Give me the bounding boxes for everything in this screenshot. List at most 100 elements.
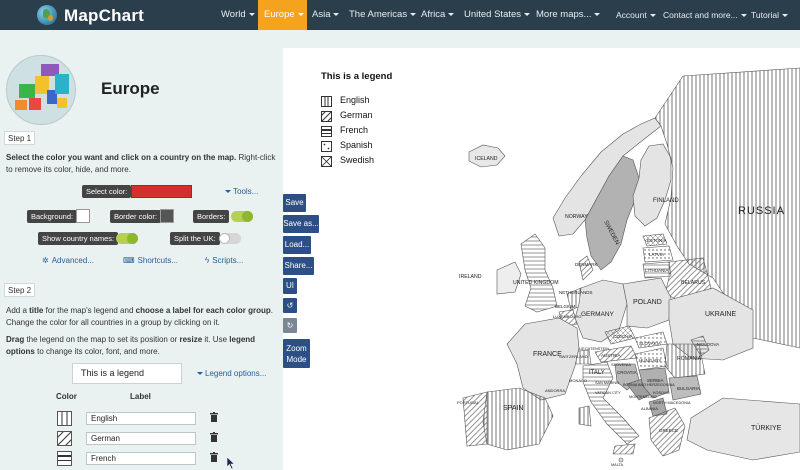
undo-icon: ↺ [286,301,294,310]
nav-more-maps[interactable]: More maps... [536,0,601,30]
map-label: HUNGARY [639,358,661,363]
map-label: BOSNIA AND HERZEGOVINA [623,383,675,387]
map-label: SPAIN [503,405,524,412]
ui-button[interactable]: UI [283,278,297,294]
step2-tag: Step 2 [4,283,36,297]
nav-asia[interactable]: Asia [312,0,340,30]
legend-label-input[interactable]: English [86,412,196,425]
map-label: TÜRKIYE [751,424,782,432]
map-label: KOSOVO [653,391,670,395]
caret-down-icon [740,14,747,18]
top-navbar: MapChart World Europe Asia The Americas … [0,0,800,30]
caret-down-icon [594,12,601,16]
caret-down-icon [410,12,417,16]
caret-down-icon [782,14,789,18]
save-as-button[interactable]: Save as... [283,215,319,233]
undo-button[interactable]: ↺ [283,298,297,313]
caret-down-icon [333,12,340,16]
map-label: FRANCE [533,351,562,358]
map-label: ALBANIA [641,406,658,411]
legend-label-input[interactable]: French [86,452,196,465]
map-label: SLOVENIA [611,362,631,367]
tools-link[interactable]: Tools... [225,187,258,196]
dots-pattern-icon [321,141,332,152]
horizontal-stripes-pattern-icon[interactable] [57,451,72,466]
bolt-icon: ϟ [205,256,210,265]
nav-tutorial[interactable]: Tutorial [751,0,789,30]
step2-instructions: Add a title for the map's legend and cho… [6,306,274,327]
shortcuts-link[interactable]: ⌨ Shortcuts... [123,256,178,265]
horizontal-stripes-pattern-icon [321,126,332,137]
legend-row: German [52,427,228,450]
trash-icon[interactable] [210,432,218,442]
split-uk-label: Split the UK: [170,232,220,245]
map-label: MOLDOVA [697,342,719,347]
borders-toggle[interactable] [231,211,253,222]
diagonal-stripes-pattern-icon[interactable] [53,427,76,450]
diagonal-stripes-pattern-icon [318,108,335,125]
redo-icon: ↻ [286,321,294,330]
border-color-swatch[interactable] [160,209,174,223]
map-label: UNITED KINGDOM [513,280,559,286]
label-column-header: Label [130,392,151,401]
legend-title-input[interactable]: This is a legend [72,363,182,384]
trash-icon[interactable] [210,412,218,422]
caret-down-icon [248,12,255,16]
map-legend-title: This is a legend [321,71,393,82]
map-label: BELARUS [681,280,706,286]
caret-down-icon [448,12,455,16]
nav-account[interactable]: Account [616,0,656,30]
selected-color-swatch[interactable] [131,185,192,198]
map-label: GERMANY [581,311,615,318]
trash-icon[interactable] [210,452,218,462]
map-label: ANDORRA [545,388,565,393]
brand-name: MapChart [64,6,144,25]
map-label: LUXEMBOURG [553,314,581,319]
europe-thumbnail [6,55,76,125]
map-label: NORTH MACEDONIA [653,401,691,405]
redo-button[interactable]: ↻ [283,318,297,333]
map-label: SLOVAKIA [639,341,661,346]
show-names-toggle[interactable] [116,233,138,244]
nav-americas[interactable]: The Americas [349,0,417,30]
globe-logo-icon [37,5,57,25]
legend-options-link[interactable]: Legend options... [197,369,266,378]
caret-down-icon [197,372,203,376]
legend-row: English [52,409,228,427]
map-label: IRELAND [459,274,482,280]
step2-drag-instructions: Drag the legend on the map to set its po… [6,335,256,356]
control-panel: Europe Step 1 Select the color you want … [0,30,282,470]
map-label: PORTUGAL [457,400,480,405]
color-column-header: Color [56,392,77,401]
step1-instructions: Select the color you want and click on a… [6,153,276,174]
page-title: Europe [101,79,160,98]
map-label: ICELAND [475,156,498,162]
mouse-cursor-icon [227,457,236,470]
nav-europe[interactable]: Europe [258,0,307,30]
caret-down-icon [524,12,531,16]
save-button[interactable]: Save [283,194,306,212]
legend-label-input[interactable]: German [86,432,196,445]
nav-africa[interactable]: Africa [421,0,455,30]
gear-icon: ✲ [42,256,49,265]
map-label: VATICAN CITY [595,391,621,395]
advanced-link[interactable]: ✲ Advanced... [42,256,94,265]
vertical-stripes-pattern-icon [321,96,332,107]
share-button[interactable]: Share... [283,257,314,275]
vertical-stripes-pattern-icon[interactable] [57,411,72,426]
map-label: LIECHTENSTEIN [579,347,609,351]
map-label: NORWAY [565,214,588,220]
load-button[interactable]: Load... [283,236,311,254]
map-label: SWITZERLAND [559,354,588,359]
caret-down-icon [225,190,231,194]
nav-united-states[interactable]: United States [464,0,531,30]
zoom-mode-button[interactable]: Zoom Mode [283,339,310,368]
background-color-swatch[interactable] [76,209,90,223]
map-label: RUSSIA [738,205,785,217]
scripts-link[interactable]: ϟ Scripts... [205,256,243,265]
nav-contact[interactable]: Contact and more... [663,0,747,30]
map-label: BULGARIA [677,386,700,391]
map-label: ESTONIA [647,238,667,243]
split-uk-toggle[interactable] [219,233,241,244]
nav-world[interactable]: World [221,0,255,30]
